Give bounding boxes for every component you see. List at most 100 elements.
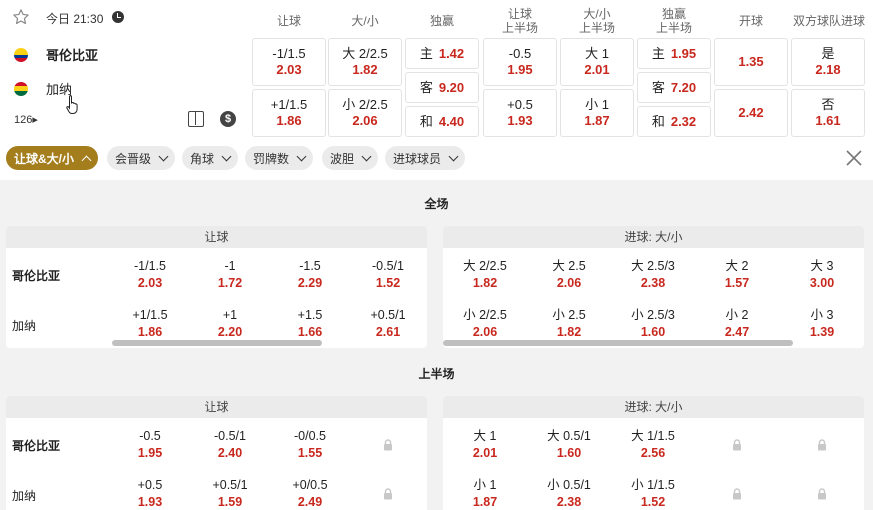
odd-button[interactable]: 大 1 2.01 xyxy=(445,428,525,462)
row-team-away: 加纳 xyxy=(12,489,37,503)
row-team-home: 哥伦比亚 xyxy=(12,269,61,283)
odd-button[interactable]: -0.5 1.95 xyxy=(483,38,557,86)
more-markets-link[interactable]: 126▸ xyxy=(14,113,38,126)
odd-button[interactable]: -0/0.5 1.55 xyxy=(270,428,350,462)
filter-corners[interactable]: 角球 xyxy=(182,146,239,170)
away-team[interactable]: 加纳 xyxy=(14,79,72,98)
odd-button[interactable]: 小 2.5 1.82 xyxy=(529,307,609,341)
lock-icon xyxy=(384,439,392,451)
panel-over-under-full: 进球: 大/小 大 2/2.5 1.82 大 2.5 2.06 大 2.5/3 2.3… xyxy=(443,226,864,348)
odd-button[interactable]: 2.42 xyxy=(714,89,788,137)
match-card: 今日 21:30 哥伦比亚 加纳 126▸ $ 让球 大/小 独赢 让球 上半场… xyxy=(0,0,873,146)
lock-icon xyxy=(733,488,741,500)
odd-button[interactable]: 小 2/2.5 2.06 xyxy=(445,307,525,341)
panel-header: 让球 xyxy=(6,226,427,248)
odd-button[interactable]: -0.5/1 2.40 xyxy=(190,428,270,462)
odd-button[interactable]: 大 2/2.5 1.82 xyxy=(328,38,402,86)
filter-to-qualify[interactable]: 会晋级 xyxy=(107,146,176,170)
odd-button[interactable]: 大 1 2.01 xyxy=(560,38,634,86)
filter-goalscorer[interactable]: 进球球员 xyxy=(385,146,466,170)
col-head-over-under: 大/小 xyxy=(351,14,379,28)
panel-handicap-full: 让球 哥伦比亚 加纳 -1/1.5 2.03 -1 1.72 -1.5 2.29 -0… xyxy=(6,226,427,348)
odd-button[interactable]: 大 2 1.57 xyxy=(697,258,777,292)
odd-button[interactable]: 否 1.61 xyxy=(791,89,865,137)
odd-button[interactable]: 和 4.40 xyxy=(405,106,479,137)
odd-button[interactable]: -1/1.5 2.03 xyxy=(252,38,326,86)
section-title-full-time: 全场 xyxy=(424,197,449,211)
odd-button[interactable]: 小 3 1.39 xyxy=(782,307,862,341)
odd-button[interactable]: 小 1 1.87 xyxy=(560,89,634,137)
odd-button[interactable]: -0.5 1.95 xyxy=(110,428,190,462)
odd-button[interactable]: 大 2.5 2.06 xyxy=(529,258,609,292)
colombia-flag-icon xyxy=(14,47,28,62)
odd-button[interactable]: 主 1.95 xyxy=(637,38,711,69)
col-head-handicap: 让球 xyxy=(276,14,301,28)
chevron-down-icon xyxy=(361,151,372,161)
col-head-btts: 双方球队进球 xyxy=(792,14,865,28)
odd-button[interactable]: +0.5 1.93 xyxy=(110,477,190,510)
odd-button[interactable]: +0.5 1.93 xyxy=(483,89,557,137)
lock-icon xyxy=(818,488,826,500)
odd-button[interactable]: 大 1/1.5 2.56 xyxy=(613,428,693,462)
odd-button[interactable]: 大 0.5/1 1.60 xyxy=(529,428,609,462)
odd-button[interactable]: -1 1.72 xyxy=(190,258,270,292)
market-filter-bar: 让球&大/小 会晋级 角球 罚牌数 波胆 进球球员 xyxy=(0,146,873,180)
odd-button[interactable]: 小 0.5/1 2.38 xyxy=(529,477,609,510)
hand-cursor-icon xyxy=(66,95,78,114)
odd-button[interactable]: 小 1/1.5 1.52 xyxy=(613,477,693,510)
chevron-up-icon xyxy=(81,155,92,165)
more-markets-count: 126 xyxy=(14,114,33,126)
odd-button[interactable]: 大 3 3.00 xyxy=(782,258,862,292)
match-date-time: 今日 21:30 xyxy=(46,12,104,26)
panel-header: 让球 xyxy=(6,396,427,418)
odd-button[interactable]: +1 2.20 xyxy=(190,307,270,341)
odd-button[interactable]: 小 2 2.47 xyxy=(697,307,777,341)
panel-header: 进球: 大/小 xyxy=(443,226,864,248)
odd-button[interactable]: +1/1.5 1.86 xyxy=(252,89,326,137)
odd-button[interactable]: +0/0.5 2.49 xyxy=(270,477,350,510)
filter-handicap-ou[interactable]: 让球&大/小 xyxy=(6,146,99,170)
col-head-handicap-1h: 让球 上半场 xyxy=(501,7,538,35)
chevron-down-icon xyxy=(296,151,307,161)
odd-button[interactable]: +1.5 1.66 xyxy=(270,307,350,341)
odd-button[interactable]: -1.5 2.29 xyxy=(270,258,350,292)
horizontal-scrollbar[interactable] xyxy=(443,340,793,346)
odd-button[interactable]: 是 2.18 xyxy=(791,38,865,86)
home-team[interactable]: 哥伦比亚 xyxy=(14,45,98,64)
panel-handicap-1h: 让球 哥伦比亚 加纳 -0.5 1.95 -0.5/1 2.40 -0/0.5 1.5… xyxy=(6,396,427,510)
odd-button[interactable]: -1/1.5 2.03 xyxy=(110,258,190,292)
odd-button[interactable]: -0.5/1 1.52 xyxy=(348,258,427,292)
row-team-away: 加纳 xyxy=(12,319,37,333)
home-team-name: 哥伦比亚 xyxy=(46,48,99,63)
odd-button[interactable]: 和 2.32 xyxy=(637,106,711,137)
odd-button[interactable]: 客 7.20 xyxy=(637,72,711,103)
cashout-icon[interactable]: $ xyxy=(220,111,236,127)
section-title-first-half: 上半场 xyxy=(418,367,455,381)
lock-icon xyxy=(733,439,741,451)
live-clock-icon xyxy=(112,11,124,23)
odd-button[interactable]: +1/1.5 1.86 xyxy=(110,307,190,341)
odd-button[interactable]: 主 1.42 xyxy=(405,38,479,69)
chevron-down-icon xyxy=(158,151,169,161)
odd-button[interactable]: 大 2/2.5 1.82 xyxy=(445,258,525,292)
close-icon[interactable] xyxy=(845,149,863,167)
col-head-over-under-1h: 大/小 上半场 xyxy=(578,7,615,35)
odd-button[interactable]: 小 2/2.5 2.06 xyxy=(328,89,402,137)
filter-correct-score[interactable]: 波胆 xyxy=(322,146,379,170)
chevron-down-icon xyxy=(448,151,459,161)
horizontal-scrollbar[interactable] xyxy=(112,340,322,346)
odd-button[interactable]: +0.5/1 1.59 xyxy=(190,477,270,510)
panel-over-under-1h: 进球: 大/小 大 1 2.01 大 0.5/1 1.60 大 1/1.5 2.56 … xyxy=(443,396,864,510)
star-icon[interactable] xyxy=(12,8,30,26)
odd-button[interactable]: 小 2.5/3 1.60 xyxy=(613,307,693,341)
odd-button[interactable]: +0.5/1 2.61 xyxy=(348,307,427,341)
ghana-flag-icon xyxy=(14,81,28,96)
odd-button[interactable]: 客 9.20 xyxy=(405,72,479,103)
odd-button[interactable]: 大 2.5/3 2.38 xyxy=(613,258,693,292)
lock-icon xyxy=(384,488,392,500)
odd-button[interactable]: 小 1 1.87 xyxy=(445,477,525,510)
filter-bookings[interactable]: 罚牌数 xyxy=(245,146,314,170)
col-head-kickoff: 开球 xyxy=(738,14,763,28)
odd-button[interactable]: 1.35 xyxy=(714,38,788,86)
pitch-stats-icon[interactable] xyxy=(188,111,204,127)
